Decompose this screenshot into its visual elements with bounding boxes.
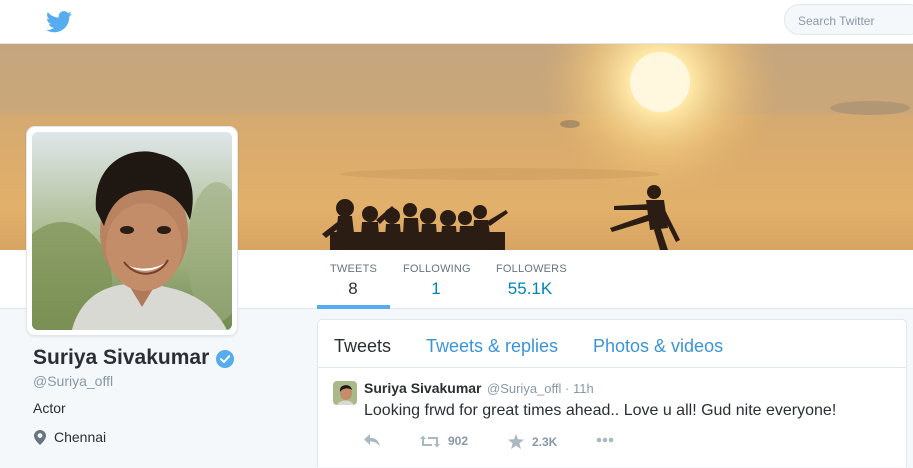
tweet-meta: @Suriya_offl · 11h [487, 381, 594, 396]
stat-label: FOLLOWERS [496, 263, 567, 275]
profile-avatar[interactable] [26, 126, 238, 336]
profile-handle[interactable]: @Suriya_offl [33, 373, 113, 389]
stat-value: 8 [348, 279, 358, 298]
stat-followers[interactable]: FOLLOWERS 55.1K [496, 263, 567, 299]
profile-name: Suriya Sivakumar [33, 346, 210, 369]
retweet-icon [420, 435, 440, 447]
location-pin-icon [34, 430, 46, 445]
tab-tweets-replies[interactable]: Tweets & replies [426, 336, 558, 357]
favorite-button[interactable]: 2.3K [508, 434, 557, 449]
search-input[interactable]: Search Twitter [784, 4, 913, 35]
active-stat-indicator [317, 305, 390, 309]
timeline: Tweets Tweets & replies Photos & videos … [317, 319, 907, 467]
tab-tweets[interactable]: Tweets [334, 336, 391, 357]
avatar-photo [32, 132, 232, 330]
twitter-bird-icon[interactable] [46, 11, 72, 33]
more-dots-icon [596, 437, 614, 443]
profile-bio: Actor [33, 400, 66, 416]
tweet-actions: 902 2.3K [364, 434, 664, 454]
retweet-count: 902 [448, 434, 469, 448]
tweet-item[interactable]: Suriya Sivakumar @Suriya_offl · 11h Look… [318, 368, 908, 468]
reply-icon [364, 434, 380, 447]
stat-label: TWEETS [330, 263, 378, 275]
tab-photos-videos[interactable]: Photos & videos [593, 336, 723, 357]
tweet-avatar[interactable] [333, 381, 357, 405]
more-button[interactable] [596, 437, 622, 443]
timeline-tabs: Tweets Tweets & replies Photos & videos [318, 320, 906, 368]
stat-value: 55.1K [507, 279, 553, 298]
stat-label: FOLLOWING [403, 263, 471, 275]
star-icon [508, 434, 524, 449]
stat-value: 1 [431, 279, 441, 298]
tweet-text: Looking frwd for great times ahead.. Lov… [364, 402, 837, 419]
tweet-author-name[interactable]: Suriya Sivakumar [364, 380, 482, 396]
stat-following[interactable]: FOLLOWING 1 [403, 263, 471, 299]
favorite-count: 2.3K [532, 434, 558, 449]
profile-location: Chennai [54, 429, 107, 445]
verified-badge-icon [216, 350, 234, 368]
tweet-handle[interactable]: @Suriya_offl [487, 381, 561, 396]
tweet-time[interactable]: · 11h [565, 381, 594, 396]
stat-tweets[interactable]: TWEETS 8 [330, 263, 378, 299]
retweet-button[interactable]: 902 [420, 434, 468, 448]
reply-button[interactable] [364, 434, 389, 447]
top-bar: Search Twitter [0, 0, 913, 44]
